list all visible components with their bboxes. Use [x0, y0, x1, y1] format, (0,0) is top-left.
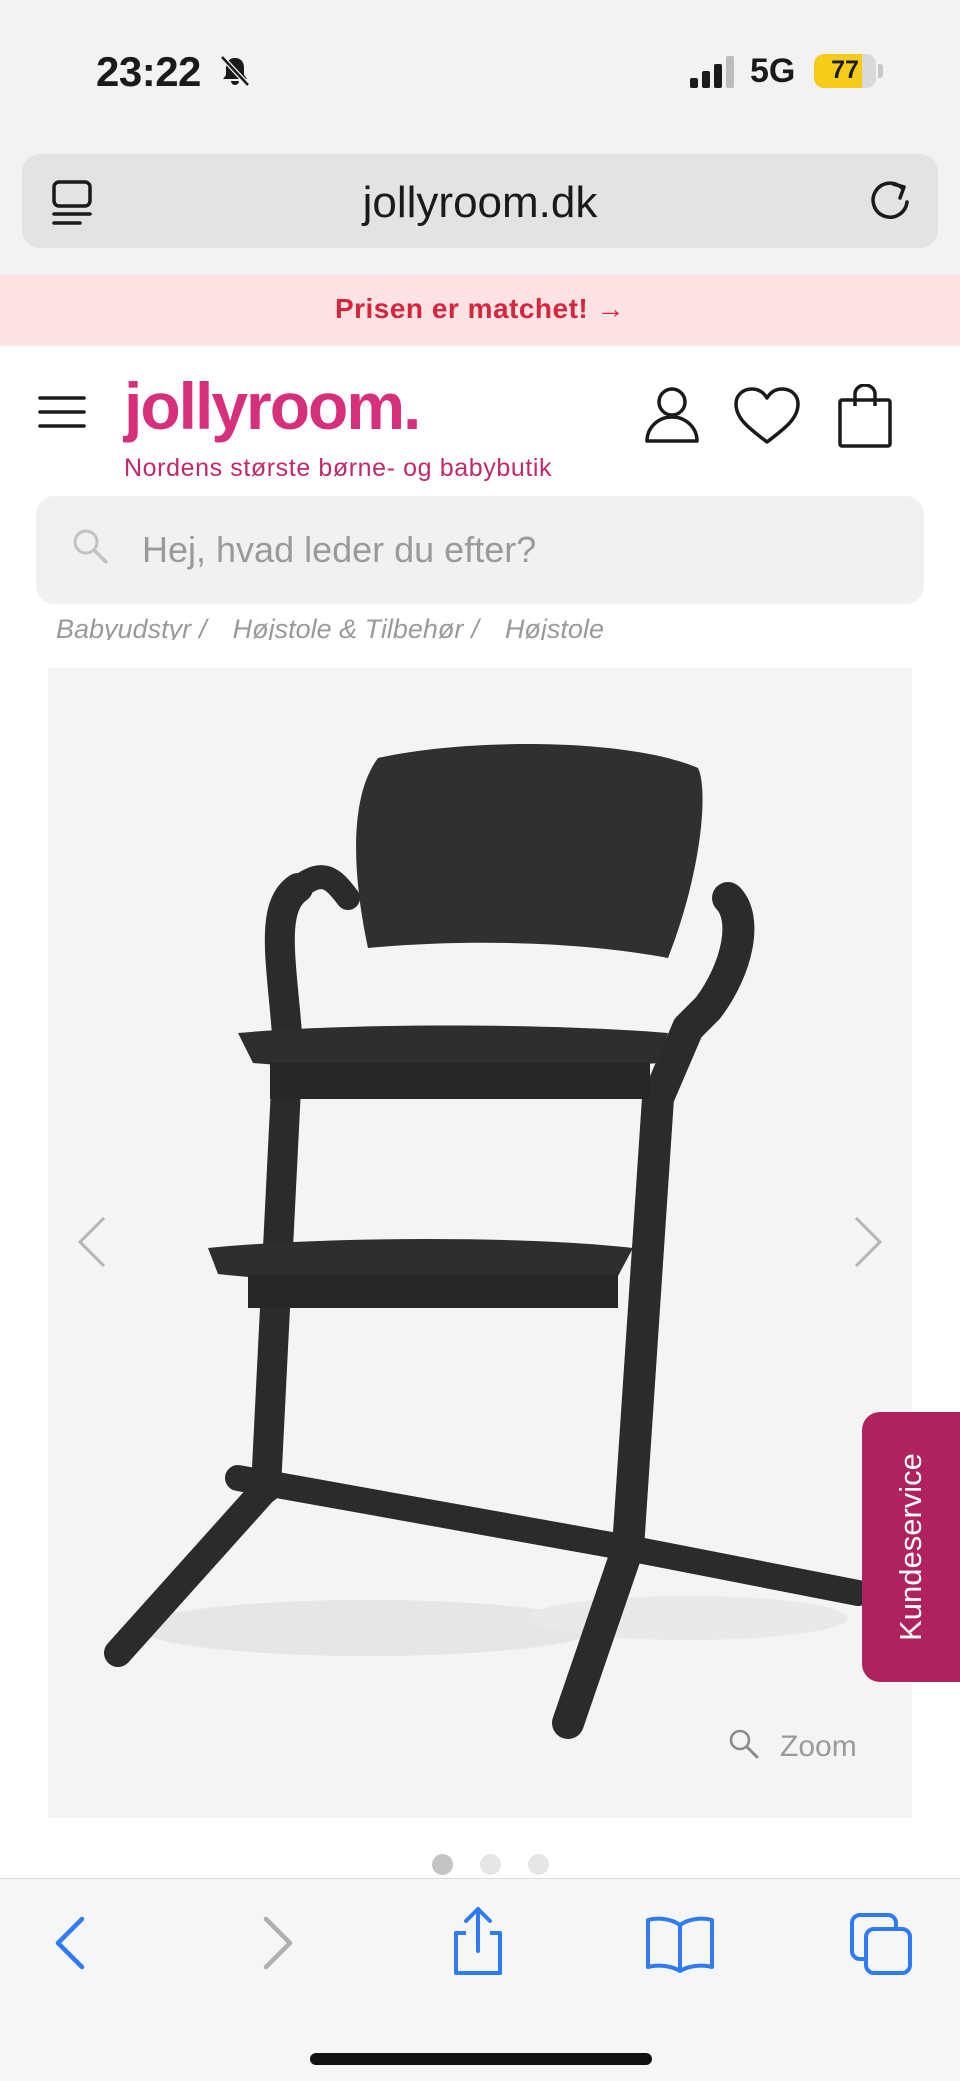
high-chair-image	[104, 744, 871, 1739]
network-type: 5G	[750, 52, 796, 90]
browser-toolbar	[0, 1878, 960, 2081]
pagination-dot[interactable]	[432, 1854, 453, 1875]
site-header: jollyroom. Nordens største børne- og bab…	[0, 346, 960, 490]
battery-cap	[878, 64, 883, 78]
site-tagline: Nordens største børne- og babybutik	[124, 454, 553, 482]
breadcrumb-item-babyudstyr[interactable]: Babyudstyr	[56, 614, 191, 640]
breadcrumb-item-hojstole[interactable]: Højstole	[505, 614, 604, 640]
zoom-magnifier-icon	[729, 1729, 759, 1759]
pagination-dot[interactable]	[528, 1854, 549, 1875]
bookmarks-icon[interactable]	[644, 1911, 716, 1975]
kundeservice-tab[interactable]: Kundeservice	[862, 1412, 960, 1682]
pagination-dot[interactable]	[480, 1854, 501, 1875]
previous-image-arrow-icon[interactable]	[72, 1214, 112, 1270]
search-icon	[73, 529, 108, 564]
battery-icon: 77	[814, 54, 876, 88]
kundeservice-label[interactable]: Kundeservice	[893, 1453, 929, 1641]
product-image-gallery[interactable]: Zoom	[48, 668, 912, 1818]
status-bar: 23:22 5G 77	[0, 0, 960, 140]
address-bar[interactable]: jollyroom.dk	[22, 154, 938, 248]
back-icon[interactable]	[50, 1911, 90, 1975]
heart-icon[interactable]	[732, 386, 802, 446]
breadcrumb-separator: /	[471, 614, 479, 640]
price-match-link[interactable]: Prisen er matchet! →	[335, 293, 625, 325]
menu-icon[interactable]	[38, 394, 86, 430]
user-icon[interactable]	[642, 384, 702, 444]
site-logo[interactable]: jollyroom.	[124, 368, 421, 444]
zoom-label[interactable]: Zoom	[780, 1730, 857, 1764]
breadcrumb-separator: /	[199, 614, 207, 640]
breadcrumb: Babyudstyr / Højstole & Tilbehør / Højstole	[56, 614, 612, 640]
status-time: 23:22	[96, 48, 201, 95]
url-text[interactable]: jollyroom.dk	[22, 178, 938, 228]
next-image-arrow-icon[interactable]	[848, 1214, 888, 1270]
browser-address-area: jollyroom.dk	[0, 140, 960, 274]
home-indicator	[310, 2053, 652, 2065]
search-box[interactable]: Hej, hvad leder du efter?	[36, 496, 924, 604]
share-icon[interactable]	[448, 1905, 508, 1977]
tabs-icon[interactable]	[848, 1911, 914, 1977]
signal-bars-icon	[690, 56, 734, 88]
search-input[interactable]: Hej, hvad leder du efter?	[142, 529, 536, 571]
image-pagination-dots	[430, 1854, 550, 1878]
reload-icon[interactable]	[864, 176, 916, 228]
forward-icon[interactable]	[258, 1911, 298, 1975]
bell-slash-icon	[220, 55, 250, 87]
battery-percent: 77	[831, 56, 859, 84]
breadcrumb-item-hojstole-tilbehor[interactable]: Højstole & Tilbehør	[233, 614, 464, 640]
shopping-bag-icon[interactable]	[836, 384, 894, 448]
price-match-banner[interactable]: Prisen er matchet! →	[0, 274, 960, 346]
